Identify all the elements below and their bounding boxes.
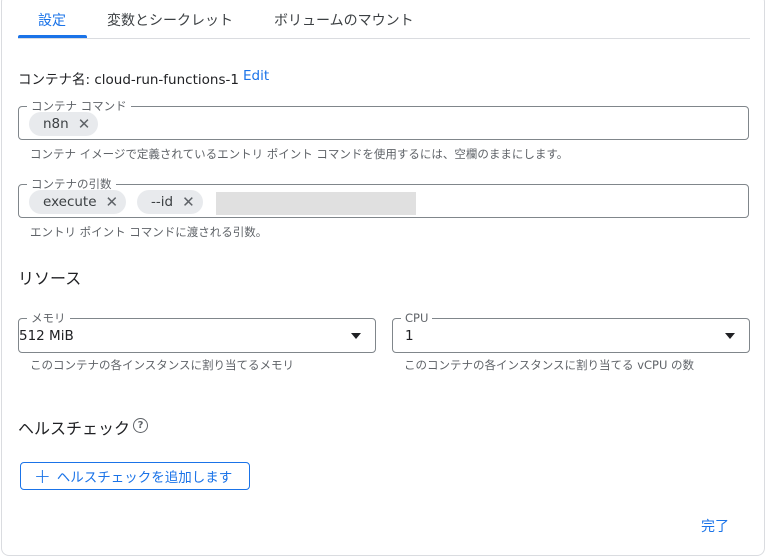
container-name: コンテナ名: cloud-run-functions-1 [18,72,239,88]
active-tab-indicator [18,35,87,38]
remove-chip-icon[interactable]: ✕ [106,194,119,210]
help-icon[interactable]: ? [133,418,148,433]
container-command-field[interactable]: コンテナ コマンド n8n ✕ [18,99,749,140]
dropdown-arrow-icon [725,333,735,339]
health-check-title: ヘルスチェック [18,419,131,438]
remove-chip-icon[interactable]: ✕ [182,194,195,210]
container-command-label: コンテナ コマンド [27,99,131,113]
remove-chip-icon[interactable]: ✕ [78,116,91,132]
add-health-check-button[interactable]: + ヘルスチェックを追加します [20,462,250,490]
cpu-label: CPU [401,311,433,325]
tab-bar: 設定 変数とシークレット ボリュームのマウント [18,0,750,39]
cpu-value: 1 [405,328,414,344]
cpu-select[interactable]: CPU 1 [392,311,750,353]
container-args-helper: エントリ ポイント コマンドに渡される引数。 [30,225,268,239]
plus-icon: + [34,464,51,488]
chip-label: n8n [43,116,69,132]
args-chip-execute: execute ✕ [29,190,127,214]
args-chip-id: --id ✕ [137,190,203,214]
memory-select[interactable]: メモリ 512 MiB [18,311,376,353]
done-button[interactable]: 完了 [701,516,729,536]
dropdown-arrow-icon [351,333,361,339]
edit-container-name-link[interactable]: Edit [243,68,269,84]
memory-helper: このコンテナの各インスタンスに割り当てるメモリ [30,358,295,372]
chip-label: execute [43,194,97,210]
redacted-value [216,192,416,215]
command-chip: n8n ✕ [29,112,99,136]
chip-label: --id [151,194,174,210]
resources-title: リソース [18,269,82,288]
tab-variables-secrets[interactable]: 変数とシークレット [107,10,233,30]
container-args-label: コンテナの引数 [27,177,116,191]
cpu-helper: このコンテナの各インスタンスに割り当てる vCPU の数 [404,358,695,372]
container-command-helper: コンテナ イメージで定義されているエントリ ポイント コマンドを使用するには、空… [30,147,569,161]
memory-label: メモリ [27,311,70,325]
tab-settings[interactable]: 設定 [38,10,66,30]
container-args-field[interactable]: コンテナの引数 execute ✕ --id ✕ [18,177,749,218]
tab-volume-mounts[interactable]: ボリュームのマウント [274,10,414,30]
memory-value: 512 MiB [19,328,74,344]
add-health-check-label: ヘルスチェックを追加します [56,470,233,486]
